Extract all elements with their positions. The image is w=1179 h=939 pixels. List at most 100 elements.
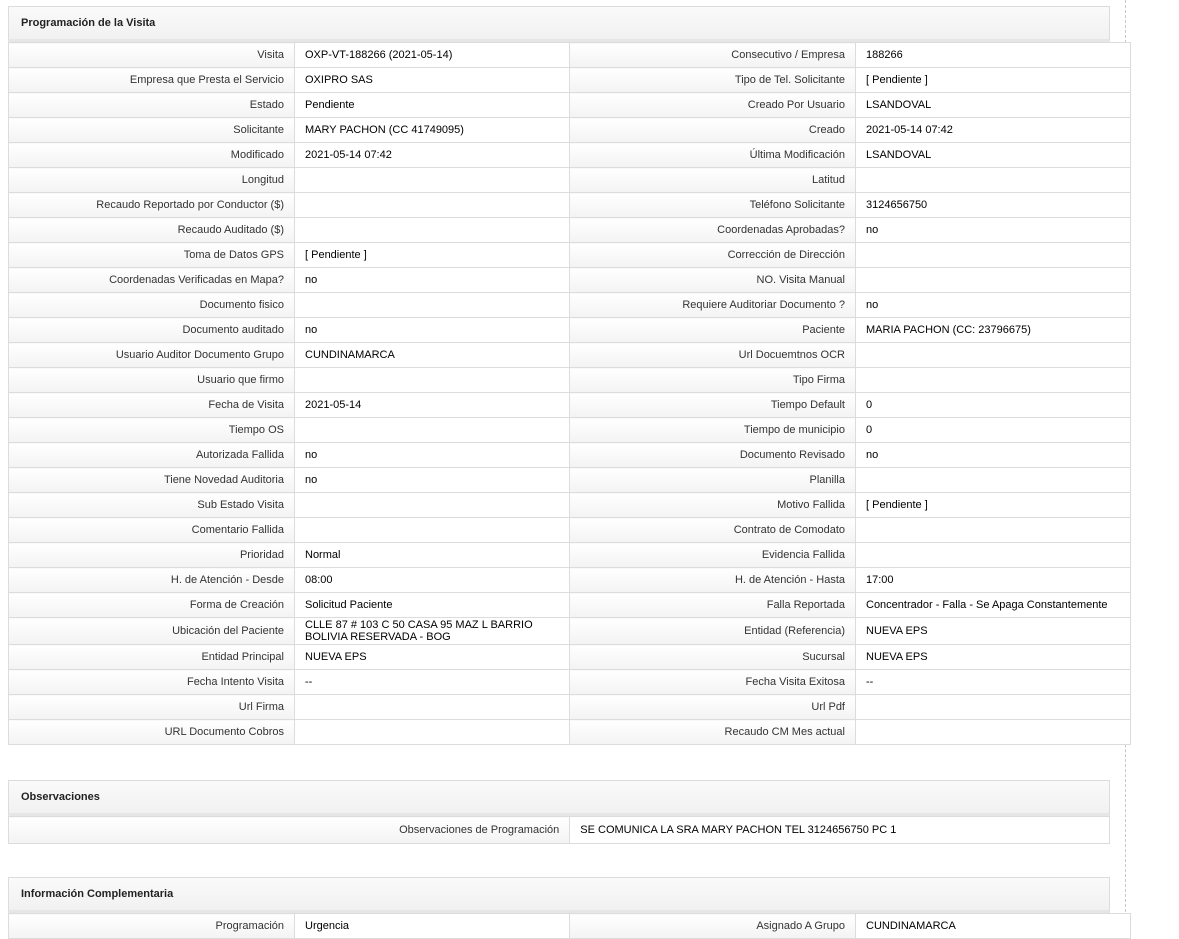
field-value xyxy=(294,492,570,518)
field-label: Prioridad xyxy=(8,542,295,568)
field-value: 08:00 xyxy=(294,567,570,593)
field-value xyxy=(855,719,1131,745)
field-value: 2021-05-14 xyxy=(294,392,570,418)
field-value: NUEVA EPS xyxy=(855,617,1131,645)
table-row: URL Documento Cobros Recaudo CM Mes actua… xyxy=(8,719,1131,745)
table-row: Tiene Novedad Auditoria no Planilla xyxy=(8,467,1131,493)
field-label: Documento auditado xyxy=(8,317,295,343)
complementaria-table: Programación Urgencia Asignado A Grupo CUND… xyxy=(8,913,1131,939)
field-label: Contrato de Comodato xyxy=(569,517,856,543)
field-value xyxy=(294,517,570,543)
field-label: Longitud xyxy=(8,167,295,193)
field-label: Creado Por Usuario xyxy=(569,92,856,118)
field-value: Pendiente xyxy=(294,92,570,118)
table-row: Autorizada Fallida no Documento Revisado … xyxy=(8,442,1131,468)
field-label: Usuario que firmo xyxy=(8,367,295,393)
field-label: Tipo de Tel. Solicitante xyxy=(569,67,856,93)
field-value xyxy=(294,292,570,318)
field-label: Visita xyxy=(8,42,295,68)
field-label: Consecutivo / Empresa xyxy=(569,42,856,68)
field-value xyxy=(294,417,570,443)
field-value: Normal xyxy=(294,542,570,568)
field-label: Documento fisico xyxy=(8,292,295,318)
observaciones-header: Observaciones xyxy=(8,780,1110,816)
field-label: Requiere Auditoriar Documento ? xyxy=(569,292,856,318)
field-label: H. de Atención - Desde xyxy=(8,567,295,593)
field-value: [ Pendiente ] xyxy=(294,242,570,268)
field-value: no xyxy=(294,442,570,468)
table-row: Coordenadas Verificadas en Mapa? no NO. V… xyxy=(8,267,1131,293)
field-value xyxy=(855,542,1131,568)
field-value: OXP-VT-188266 (2021-05-14) xyxy=(294,42,570,68)
field-value: -- xyxy=(294,669,570,695)
field-value: NUEVA EPS xyxy=(294,644,570,670)
field-label: NO. Visita Manual xyxy=(569,267,856,293)
field-label: Sucursal xyxy=(569,644,856,670)
complementaria-panel: Información Complementaria Programación U… xyxy=(8,877,1131,939)
field-label: Creado xyxy=(569,117,856,143)
field-label: Url Firma xyxy=(8,694,295,720)
field-label: Tipo Firma xyxy=(569,367,856,393)
field-value xyxy=(294,694,570,720)
field-label: Sub Estado Visita xyxy=(8,492,295,518)
table-row: Usuario Auditor Documento Grupo CUNDINAMA… xyxy=(8,342,1131,368)
field-value xyxy=(294,367,570,393)
field-value: MARIA PACHON (CC: 23796675) xyxy=(855,317,1131,343)
table-row: Modificado 2021-05-14 07:42 Última Modific… xyxy=(8,142,1131,168)
field-label: Paciente xyxy=(569,317,856,343)
field-value xyxy=(855,694,1131,720)
table-row: Forma de Creación Solicitud Paciente Falla… xyxy=(8,592,1131,618)
field-label: Documento Revisado xyxy=(569,442,856,468)
table-row: Observaciones de Programación SE COMUNIC… xyxy=(7,816,1110,844)
field-value: [ Pendiente ] xyxy=(855,492,1131,518)
observaciones-panel: Observaciones Observaciones de Programac… xyxy=(7,780,1110,844)
field-value xyxy=(855,242,1131,268)
table-row: Visita OXP-VT-188266 (2021-05-14) Consecut… xyxy=(8,42,1131,68)
field-label: Estado xyxy=(8,92,295,118)
field-label: Evidencia Fallida xyxy=(569,542,856,568)
field-label: Observaciones de Programación xyxy=(7,816,571,844)
field-value: SE COMUNICA LA SRA MARY PACHON TEL 31246… xyxy=(569,816,1110,844)
field-value: [ Pendiente ] xyxy=(855,67,1131,93)
programacion-table: Visita OXP-VT-188266 (2021-05-14) Consecut… xyxy=(8,42,1131,745)
table-row: H. de Atención - Desde 08:00 H. de Atenció… xyxy=(8,567,1131,593)
field-label: Motivo Fallida xyxy=(569,492,856,518)
field-value: -- xyxy=(855,669,1131,695)
field-label: Asignado A Grupo xyxy=(569,913,856,939)
field-value: Urgencia xyxy=(294,913,570,939)
field-value: LSANDOVAL xyxy=(855,142,1131,168)
field-label: Tiempo Default xyxy=(569,392,856,418)
field-label: Comentario Fallida xyxy=(8,517,295,543)
observaciones-table: Observaciones de Programación SE COMUNIC… xyxy=(7,816,1110,844)
table-row: Recaudo Reportado por Conductor ($) Teléf… xyxy=(8,192,1131,218)
field-value: no xyxy=(855,292,1131,318)
field-label: Programación xyxy=(8,913,295,939)
field-label: H. de Atención - Hasta xyxy=(569,567,856,593)
field-value xyxy=(294,167,570,193)
field-label: Latitud xyxy=(569,167,856,193)
field-label: Coordenadas Aprobadas? xyxy=(569,217,856,243)
field-label: Coordenadas Verificadas en Mapa? xyxy=(8,267,295,293)
table-row: Entidad Principal NUEVA EPS Sucursal NUEVA … xyxy=(8,644,1131,670)
field-label: Toma de Datos GPS xyxy=(8,242,295,268)
field-value: Solicitud Paciente xyxy=(294,592,570,618)
field-label: Planilla xyxy=(569,467,856,493)
field-label: Fecha Visita Exitosa xyxy=(569,669,856,695)
field-value xyxy=(855,267,1131,293)
field-value: Concentrador - Falla - Se Apaga Constant… xyxy=(855,592,1131,618)
table-row: Documento auditado no Paciente MARIA PACHO… xyxy=(8,317,1131,343)
field-label: Url Pdf xyxy=(569,694,856,720)
table-row: Estado Pendiente Creado Por Usuario LSANDOV… xyxy=(8,92,1131,118)
field-value: 17:00 xyxy=(855,567,1131,593)
programacion-header: Programación de la Visita xyxy=(8,6,1110,42)
field-value: 3124656750 xyxy=(855,192,1131,218)
field-label: Tiempo de municipio xyxy=(569,417,856,443)
table-row: Comentario Fallida Contrato de Comodato xyxy=(8,517,1131,543)
field-label: Fecha de Visita xyxy=(8,392,295,418)
complementaria-header: Información Complementaria xyxy=(8,877,1110,913)
table-row: Tiempo OS Tiempo de municipio 0 xyxy=(8,417,1131,443)
field-value: LSANDOVAL xyxy=(855,92,1131,118)
field-label: Empresa que Presta el Servicio xyxy=(8,67,295,93)
field-value xyxy=(294,217,570,243)
field-label: Solicitante xyxy=(8,117,295,143)
